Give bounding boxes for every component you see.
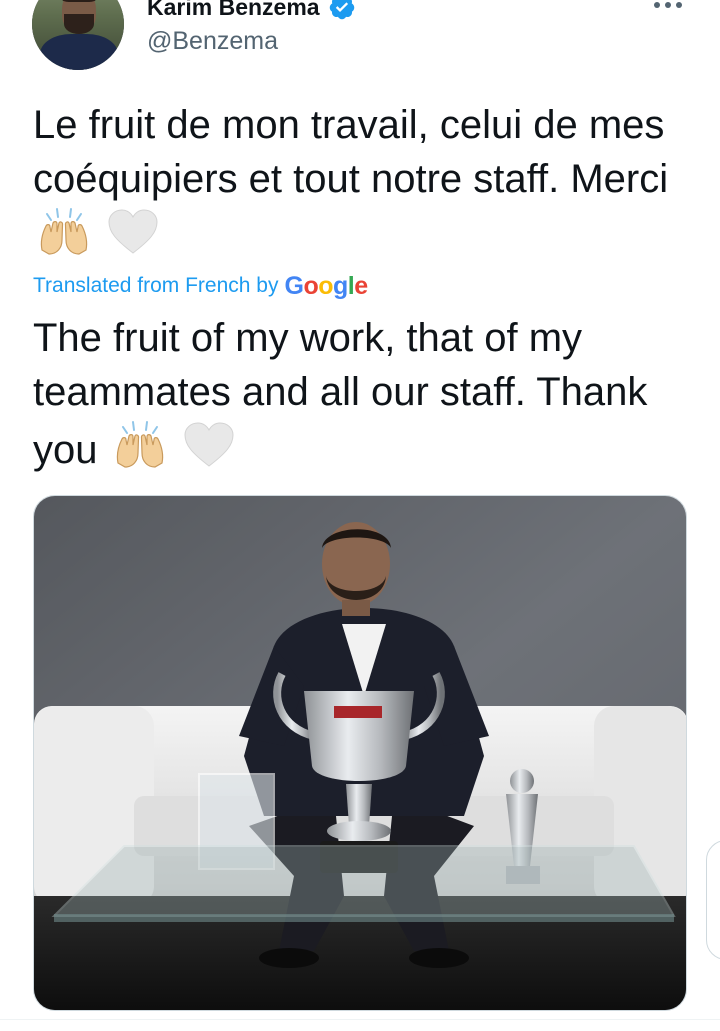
- more-options-icon[interactable]: [654, 0, 688, 12]
- tweet-header: Karim Benzema @Benzema: [0, 0, 720, 80]
- display-name[interactable]: Karim Benzema: [147, 0, 320, 21]
- raising-hands-emoji: [113, 419, 167, 483]
- translation-label[interactable]: Translated from French by: [33, 274, 278, 298]
- google-logo: Google: [284, 271, 368, 300]
- author-handle[interactable]: @Benzema: [147, 27, 278, 56]
- tweet-text-content: Le fruit de mon travail, celui de mes co…: [33, 103, 669, 201]
- divider: [0, 1019, 720, 1020]
- white-heart-emoji: [106, 208, 160, 270]
- translated-tweet-text: The fruit of my work, that of my teammat…: [33, 311, 693, 483]
- raising-hands-emoji: [37, 206, 91, 270]
- next-card-edge: [706, 840, 720, 960]
- verified-badge-icon: [328, 0, 356, 21]
- white-heart-emoji: [182, 421, 236, 483]
- tweet-photo[interactable]: [33, 495, 687, 1011]
- avatar[interactable]: [32, 0, 124, 70]
- translation-attribution[interactable]: Translated from French by Google: [33, 269, 368, 303]
- tweet-text: Le fruit de mon travail, celui de mes co…: [33, 98, 693, 270]
- author-name-row[interactable]: Karim Benzema: [147, 0, 356, 24]
